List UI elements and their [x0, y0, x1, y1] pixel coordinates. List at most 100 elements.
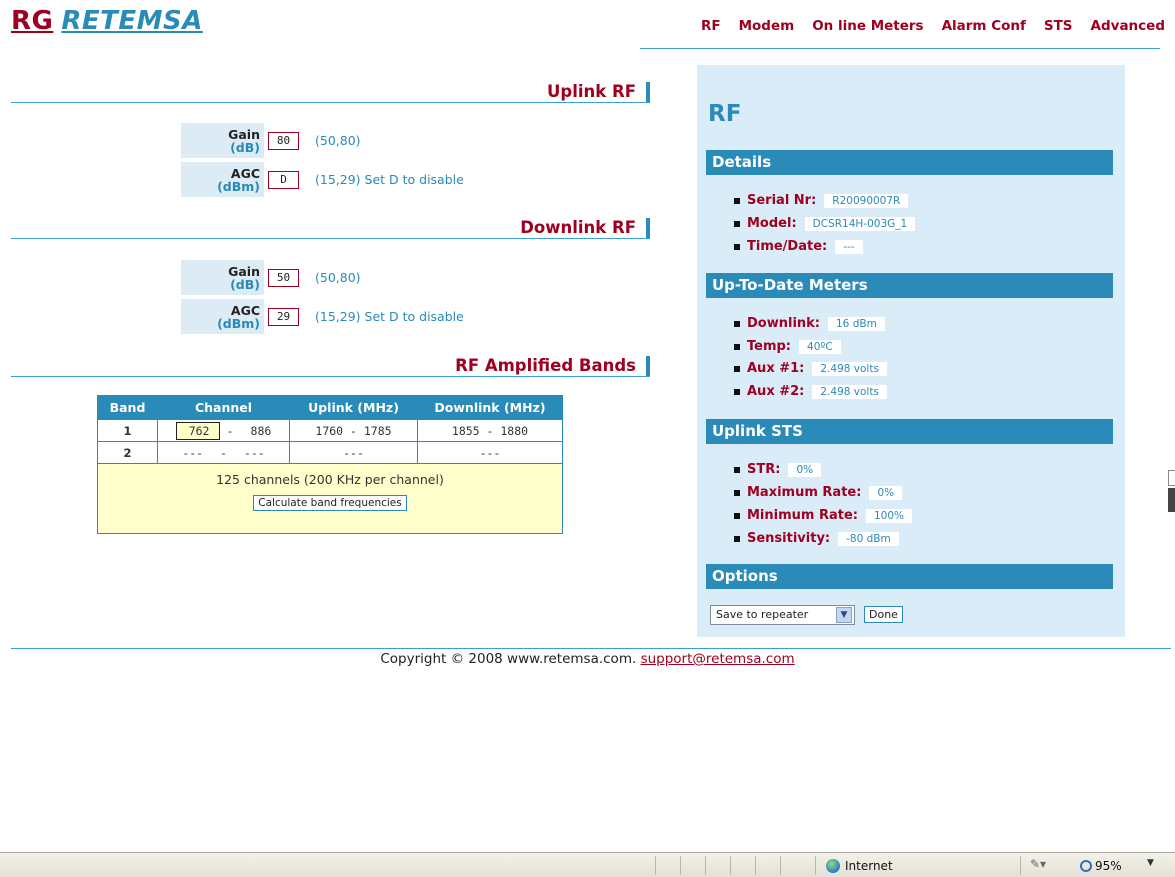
bullet-icon	[734, 512, 740, 519]
nav-alarm-conf[interactable]: Alarm Conf	[942, 18, 1026, 34]
side-widget-top	[1168, 470, 1175, 486]
min-rate-item: Minimum Rate: 100%	[734, 507, 913, 524]
aux2-item: Aux #2: 2.498 volts	[734, 383, 887, 400]
aux2-value: 2.498 volts	[812, 384, 887, 399]
header-divider	[640, 48, 1160, 49]
copyright: Copyright © 2008 www.retemsa.com. suppor…	[0, 651, 1175, 667]
status-divider	[705, 856, 706, 875]
zoom-level: 95%	[1095, 858, 1122, 873]
uplink-gain-label: Gain (dB)	[181, 123, 264, 158]
downlink-gain-row: Gain (dB) 50 (50,80)	[181, 260, 361, 295]
table-row: 2 --- - --- --- ---	[97, 441, 563, 464]
options-heading: Options	[706, 564, 1113, 589]
temp-label: Temp:	[747, 339, 792, 354]
channel-sep: -	[226, 423, 234, 438]
rf-info-panel: RF Details Serial Nr: R20090007R Model: …	[697, 65, 1125, 637]
table-row: 1 762 - 886 1760 - 1785 1855 - 1880	[97, 419, 563, 442]
channel-sep: -	[220, 445, 227, 460]
status-bar: Internet ✎▾ 95% ▼	[0, 852, 1175, 877]
channel-cell: 762 - 886	[157, 419, 290, 442]
calculate-bands-button[interactable]: Calculate band frequencies	[253, 495, 407, 511]
aux1-item: Aux #1: 2.498 volts	[734, 360, 887, 377]
nav-rf[interactable]: RF	[701, 18, 721, 34]
temp-item: Temp: 40ºC	[734, 338, 841, 355]
downlink-range: ---	[417, 441, 563, 464]
downlink-agc-input[interactable]: 29	[268, 307, 299, 326]
zoom-control[interactable]: 95%	[1080, 856, 1122, 875]
nav-sts[interactable]: STS	[1044, 18, 1073, 34]
time-label: Time/Date:	[747, 239, 828, 254]
bullet-icon	[734, 220, 740, 227]
status-divider	[730, 856, 731, 875]
time-value: ---	[835, 239, 863, 254]
bands-table: Band Channel Uplink (MHz) Downlink (MHz)…	[97, 395, 563, 534]
temp-value: 40ºC	[799, 339, 841, 354]
uplink-agc-input[interactable]: D	[268, 170, 299, 189]
downlink-gain-hint: (50,80)	[315, 270, 361, 285]
status-divider	[1020, 856, 1021, 875]
chevron-down-icon[interactable]: ▼	[836, 607, 852, 623]
zoom-icon	[1080, 859, 1092, 872]
downlink-gain-label: Gain (dB)	[181, 260, 264, 295]
model-label: Model:	[747, 216, 797, 231]
security-zone-label: Internet	[845, 858, 893, 873]
uplink-agc-label: AGC (dBm)	[181, 162, 264, 197]
col-downlink: Downlink (MHz)	[417, 395, 563, 420]
bands-title: RF Amplified Bands	[455, 356, 650, 376]
downlink-gain-input[interactable]: 50	[268, 268, 299, 287]
nav-online-meters[interactable]: On line Meters	[812, 18, 923, 34]
downlink-meter-item: Downlink: 16 dBm	[734, 315, 885, 332]
uplink-divider	[11, 102, 650, 103]
aux1-label: Aux #1:	[747, 361, 805, 376]
channel-end: ---	[243, 445, 265, 460]
sensitivity-label: Sensitivity:	[747, 531, 831, 546]
bands-summary-row: 125 channels (200 KHz per channel) Calcu…	[97, 463, 563, 534]
done-button[interactable]: Done	[864, 606, 903, 623]
uplink-range: 1760 - 1785	[289, 419, 418, 442]
downlink-meter-label: Downlink:	[747, 316, 820, 331]
side-widget-bottom	[1168, 488, 1175, 512]
time-item: Time/Date: ---	[734, 238, 863, 255]
zoom-dropdown-icon[interactable]: ▼	[1147, 858, 1154, 868]
bullet-icon	[734, 320, 740, 327]
bullet-icon	[734, 243, 740, 250]
logo-rg: RG	[11, 6, 54, 36]
max-rate-value: 0%	[869, 485, 903, 500]
aux2-label: Aux #2:	[747, 384, 805, 399]
min-rate-label: Minimum Rate:	[747, 508, 858, 523]
uplink-gain-hint: (50,80)	[315, 133, 361, 148]
str-item: STR: 0%	[734, 461, 822, 478]
channel-start-input[interactable]: 762	[175, 421, 220, 440]
globe-icon	[826, 858, 840, 873]
logo[interactable]: RG RETEMSA	[11, 6, 203, 36]
uplink-range: ---	[289, 441, 418, 464]
security-zone[interactable]: Internet	[826, 856, 893, 875]
max-rate-item: Maximum Rate: 0%	[734, 484, 903, 501]
nav-advanced[interactable]: Advanced	[1091, 18, 1165, 34]
options-select[interactable]: Save to repeater ▼	[710, 605, 855, 625]
bands-divider	[11, 376, 650, 377]
protected-mode-icon[interactable]: ✎▾	[1030, 857, 1046, 871]
nav-modem[interactable]: Modem	[739, 18, 795, 34]
bullet-icon	[734, 197, 740, 204]
bullet-icon	[734, 343, 740, 350]
uplink-gain-input[interactable]: 80	[268, 131, 299, 150]
sensitivity-value: -80 dBm	[838, 531, 899, 546]
downlink-range: 1855 - 1880	[417, 419, 563, 442]
page: RG RETEMSA RF Modem On line Meters Alarm …	[0, 0, 1175, 877]
bullet-icon	[734, 535, 740, 542]
sts-heading: Uplink STS	[706, 419, 1113, 444]
uplink-agc-row: AGC (dBm) D (15,29) Set D to disable	[181, 162, 464, 197]
min-rate-value: 100%	[866, 508, 913, 523]
status-divider	[780, 856, 781, 875]
status-divider	[755, 856, 756, 875]
logo-retemsa: RETEMSA	[61, 6, 203, 36]
band-number: 2	[97, 441, 158, 464]
downlink-agc-row: AGC (dBm) 29 (15,29) Set D to disable	[181, 299, 464, 334]
side-widget[interactable]	[1168, 470, 1175, 522]
copyright-text: Copyright © 2008 www.retemsa.com.	[380, 651, 637, 667]
bullet-icon	[734, 466, 740, 473]
support-email-link[interactable]: support@retemsa.com	[641, 651, 795, 667]
channels-summary: 125 channels (200 KHz per channel)	[216, 472, 444, 487]
str-label: STR:	[747, 462, 781, 477]
